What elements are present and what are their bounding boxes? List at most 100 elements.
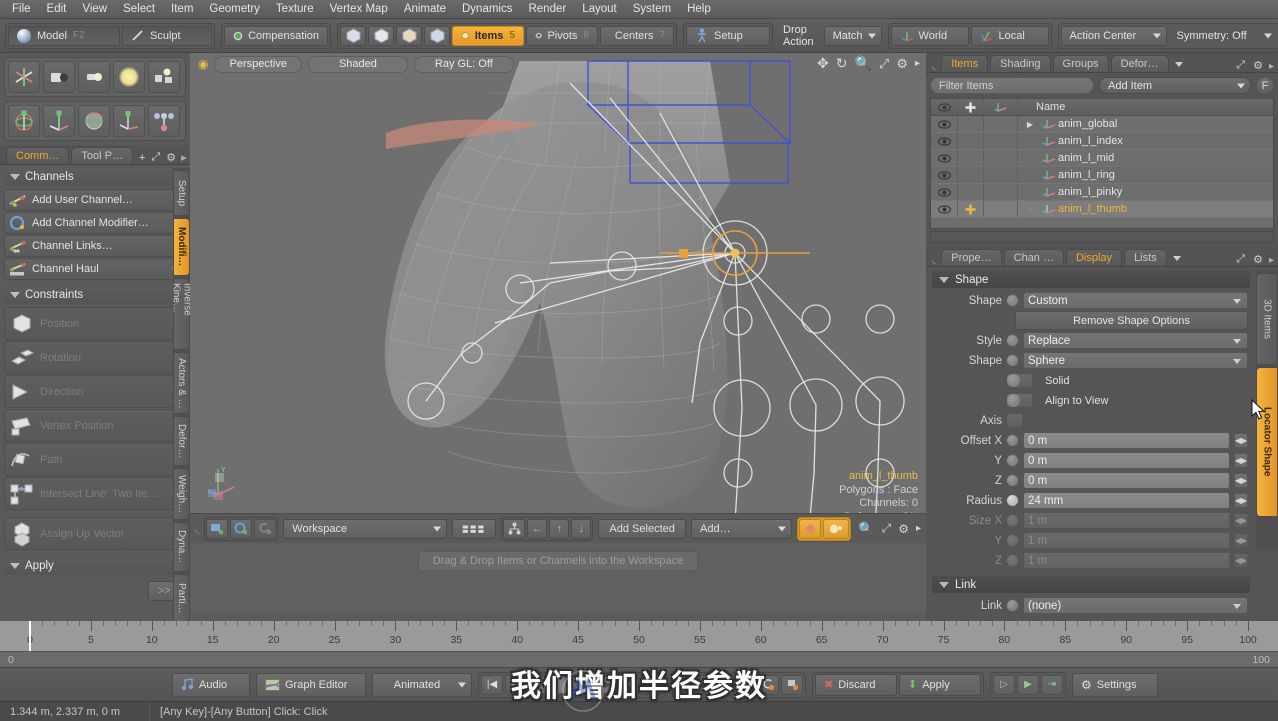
expand-icon[interactable]: ⤢ <box>151 151 160 164</box>
row-expand-icon[interactable]: ▶ <box>1018 120 1042 129</box>
row-axis-toggle[interactable] <box>984 201 1018 217</box>
apply-section-header[interactable]: Apply <box>4 557 186 575</box>
action-center-dropdown[interactable]: Action Center <box>1060 25 1167 46</box>
pan-icon[interactable]: ✥ <box>817 55 829 72</box>
vtab-locator-shape[interactable]: Locator Shape <box>1256 367 1278 517</box>
viewport-menu-dot[interactable]: ◉ <box>198 57 208 71</box>
vtab-modifiers[interactable]: Modifi… <box>173 218 190 276</box>
setup-button[interactable]: Setup <box>686 25 770 46</box>
tool-light[interactable] <box>78 61 110 93</box>
workspace-down-button[interactable]: ↓ <box>571 518 592 539</box>
filter-items-input[interactable]: Filter Items <box>930 77 1094 94</box>
link-dropdown[interactable]: (none) <box>1023 597 1248 614</box>
workspace-dropdown[interactable]: Workspace <box>283 518 448 539</box>
radius-input[interactable]: 24 mm <box>1023 492 1230 509</box>
row-axis-toggle[interactable] <box>984 167 1018 183</box>
offset-x-stepper[interactable]: ◀▶ <box>1234 433 1248 448</box>
timeline-ruler[interactable]: 0510152025303540455055606570758085909510… <box>0 621 1278 651</box>
table-row[interactable]: ▶ anim_global <box>931 116 1273 133</box>
workspace-grid-button[interactable] <box>452 518 497 539</box>
row-lock-toggle[interactable] <box>958 150 984 166</box>
link-section-header[interactable]: Link <box>932 576 1250 593</box>
tab-display[interactable]: Display <box>1065 249 1123 266</box>
row-visibility-toggle[interactable] <box>931 116 958 132</box>
row-lock-toggle[interactable] <box>958 201 984 217</box>
cmd-channel-haul[interactable]: Channel Haul C <box>4 258 186 280</box>
items-mode-button[interactable]: Items 5 <box>452 25 524 46</box>
tab-groups[interactable]: Groups <box>1052 55 1109 72</box>
expand-icon[interactable]: ⤢ <box>1236 59 1245 72</box>
vtab-particles[interactable]: Parti… <box>173 574 190 622</box>
constraint-direction[interactable]: Direction <box>4 375 186 408</box>
table-row[interactable]: · anim_l_pinky <box>931 184 1273 201</box>
vtab-setup[interactable]: Setup <box>173 170 190 216</box>
chevron-right-icon[interactable]: ▸ <box>1269 255 1274 266</box>
tab-add-button[interactable]: + <box>139 152 145 164</box>
workspace-add-button[interactable] <box>230 518 253 539</box>
timeline-playhead[interactable] <box>29 621 31 651</box>
match-dropdown[interactable]: Match <box>823 25 882 46</box>
tool-render-camera[interactable] <box>148 61 180 93</box>
workspace-menu-dot[interactable]: ◟ <box>195 522 199 535</box>
polygon-mode-button[interactable] <box>396 25 422 46</box>
vertex-mode-button[interactable] <box>340 25 366 46</box>
workspace-add-selected-button[interactable]: Add Selected <box>598 518 687 539</box>
workspace-up-button[interactable]: ↑ <box>549 518 570 539</box>
row-lock-toggle[interactable] <box>958 184 984 200</box>
tab-shading[interactable]: Shading <box>990 55 1051 72</box>
tool-transform-gizmo[interactable] <box>78 105 110 137</box>
pivots-mode-button[interactable]: Pivots 6 <box>526 25 598 46</box>
row-lock-toggle[interactable] <box>958 116 984 132</box>
tool-sun[interactable] <box>113 61 145 93</box>
cmd-add-channel-modifier[interactable]: Add Channel Modifier… <box>4 212 186 234</box>
table-row[interactable]: · anim_l_mid <box>931 150 1273 167</box>
world-space-button[interactable]: World <box>890 25 969 46</box>
table-row[interactable]: · anim_l_index <box>931 133 1273 150</box>
next-key-button[interactable]: ▷| <box>675 674 697 695</box>
row-axis-toggle[interactable] <box>984 116 1018 132</box>
constraint-intersect-line[interactable]: Intersect Line: Two Ite… <box>4 477 186 510</box>
edge-mode-button[interactable] <box>368 25 394 46</box>
row-visibility-toggle[interactable] <box>931 201 958 217</box>
row-lock-toggle[interactable] <box>958 167 984 183</box>
timeline[interactable]: 0 5 10 15 20 25 30 35 40 45 50 55 60 65 70 75 80 85 90 95 10… <box>0 621 1278 667</box>
create-key-button[interactable] <box>733 674 755 695</box>
settings-button[interactable]: ⚙ Settings <box>1072 672 1158 697</box>
constraint-path[interactable]: Path <box>4 443 186 476</box>
style-dropdown[interactable]: Replace <box>1023 332 1248 349</box>
viewport-raygl-button[interactable]: Ray GL: Off <box>413 55 514 73</box>
viewport-perspective-button[interactable]: Perspective <box>214 55 302 73</box>
graph-editor-button[interactable]: Graph Editor <box>256 672 366 697</box>
cmd-channel-links[interactable]: Channel Links… <box>4 235 186 257</box>
offset-z-input[interactable]: 0 m <box>1023 472 1230 489</box>
style-anim-dot[interactable] <box>1006 334 1019 347</box>
compensation-button[interactable]: Compensation <box>224 25 328 46</box>
add-item-f-button[interactable]: F <box>1256 77 1274 94</box>
render-button[interactable]: ▶ <box>1017 674 1039 695</box>
vtab-dynamics[interactable]: Dyna… <box>173 522 190 572</box>
menu-item-help[interactable]: Help <box>679 0 719 19</box>
local-space-button[interactable]: Local <box>970 25 1049 46</box>
symmetry-dropdown[interactable]: Symmetry: Off <box>1169 26 1277 46</box>
menu-item-render[interactable]: Render <box>520 0 574 19</box>
row-axis-toggle[interactable] <box>984 133 1018 149</box>
discard-button[interactable]: ✖ Discard <box>815 673 897 696</box>
workspace-dup-button[interactable] <box>254 518 277 539</box>
remove-shape-options-button[interactable]: Remove Shape Options <box>1015 311 1248 330</box>
reload-key-button[interactable] <box>757 674 779 695</box>
constraint-position[interactable]: Position <box>4 307 186 340</box>
row-visibility-toggle[interactable] <box>931 184 958 200</box>
tab-deformers[interactable]: Defor… <box>1110 55 1169 72</box>
constraint-rotation[interactable]: Rotation <box>4 341 186 374</box>
shape-anim-dot[interactable] <box>1006 294 1019 307</box>
material-mode-button[interactable] <box>424 25 450 46</box>
gear-icon[interactable]: ⚙ <box>1253 253 1263 266</box>
offset-y-input[interactable]: 0 m <box>1023 452 1230 469</box>
step-forward-button[interactable]: |▶ <box>617 674 639 695</box>
vtab-weights[interactable]: Weigh… <box>173 468 190 520</box>
render-to-file-button[interactable]: ⇥ <box>1041 674 1063 695</box>
properties-menu-dot[interactable]: ◟ <box>932 253 936 266</box>
cmd-add-user-channel[interactable]: Add User Channel… <box>4 189 186 211</box>
row-visibility-toggle[interactable] <box>931 150 958 166</box>
timeline-range-bar[interactable]: 0 100 <box>0 651 1278 667</box>
